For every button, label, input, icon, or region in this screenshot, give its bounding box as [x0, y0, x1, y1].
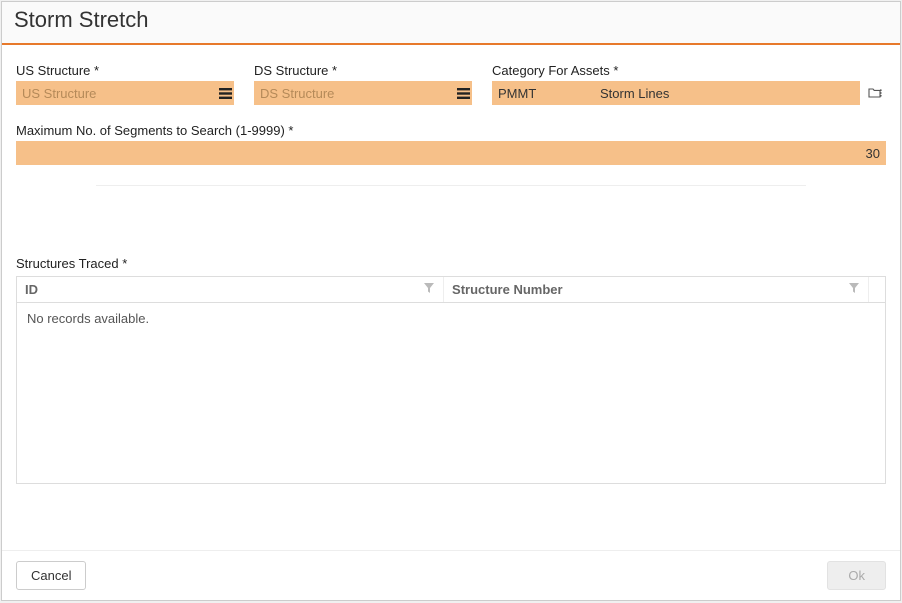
column-header-structure-number[interactable]: Structure Number [444, 277, 869, 302]
ok-button[interactable]: Ok [827, 561, 886, 590]
us-structure-input-wrap [16, 81, 234, 105]
column-header-structure-number-text: Structure Number [452, 282, 563, 297]
dialog-title: Storm Stretch [14, 7, 888, 33]
ds-structure-field: DS Structure * [254, 63, 472, 105]
filter-icon[interactable] [423, 282, 435, 297]
category-label: Category For Assets * [492, 63, 886, 78]
form-row-top: US Structure * DS Structure * [16, 63, 886, 105]
max-segments-field: Maximum No. of Segments to Search (1-999… [16, 123, 886, 165]
us-structure-field: US Structure * [16, 63, 234, 105]
ds-structure-menu-icon[interactable] [454, 81, 472, 105]
category-browse-icon[interactable] [864, 81, 886, 105]
category-field: Category For Assets * PMMT Storm Lines [492, 63, 886, 105]
category-code[interactable]: PMMT [492, 81, 590, 105]
category-input-wrap: PMMT Storm Lines [492, 81, 886, 105]
us-structure-label: US Structure * [16, 63, 234, 78]
filter-icon[interactable] [848, 282, 860, 297]
column-header-id-text: ID [25, 282, 38, 297]
us-structure-menu-icon[interactable] [216, 81, 234, 105]
column-header-id[interactable]: ID [17, 277, 444, 302]
cancel-button[interactable]: Cancel [16, 561, 86, 590]
ds-structure-input-wrap [254, 81, 472, 105]
structures-traced-label: Structures Traced * [16, 256, 886, 271]
max-segments-input[interactable] [16, 141, 886, 165]
divider [96, 185, 806, 186]
us-structure-input[interactable] [16, 81, 216, 105]
storm-stretch-dialog: Storm Stretch US Structure * [1, 1, 901, 601]
dialog-body[interactable]: US Structure * DS Structure * [2, 45, 900, 550]
max-segments-label: Maximum No. of Segments to Search (1-999… [16, 123, 886, 138]
dialog-header: Storm Stretch [2, 2, 900, 45]
dialog-footer: Cancel Ok [2, 550, 900, 600]
table-body[interactable]: No records available. [17, 303, 885, 483]
ds-structure-label: DS Structure * [254, 63, 472, 78]
table-empty-message: No records available. [17, 303, 885, 334]
structures-table: ID Structure Number No records available… [16, 276, 886, 484]
ds-structure-input[interactable] [254, 81, 454, 105]
category-name[interactable]: Storm Lines [590, 81, 860, 105]
table-header: ID Structure Number [17, 277, 885, 303]
column-header-spacer [869, 277, 885, 302]
